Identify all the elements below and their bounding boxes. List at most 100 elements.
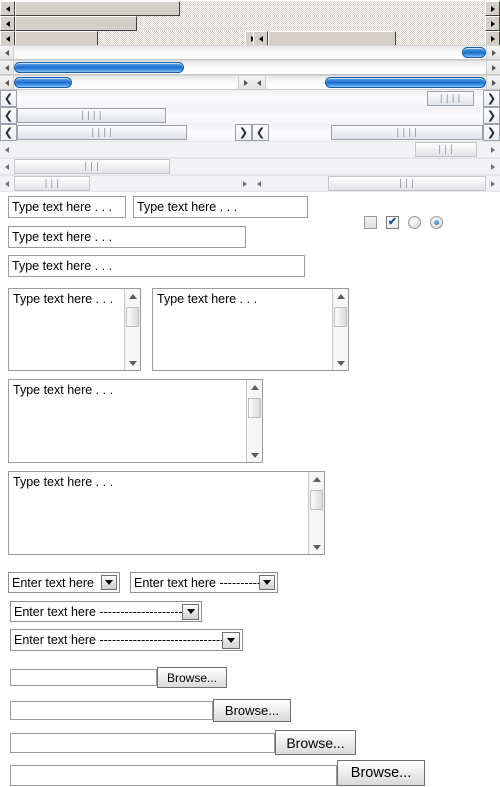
scroll-left-arrow-icon[interactable]: ❮ [252,124,269,141]
scrollbar-thumb[interactable] [14,62,184,73]
scrollbar-thumb[interactable] [15,1,180,16]
scroll-right-arrow-icon[interactable] [485,16,500,31]
radio-selected[interactable] [430,216,443,229]
scrollbar-thumb[interactable]: ||| [415,142,477,157]
checkbox-unchecked[interactable] [364,216,377,229]
scrollbar-track[interactable]: |||| [269,124,483,141]
scrollbar-track[interactable] [14,76,238,89]
scrollbar-thumb[interactable] [126,307,139,327]
scrollbar-track[interactable] [15,31,245,46]
checkbox-checked[interactable]: ✔ [386,216,399,229]
scroll-left-arrow-icon[interactable] [0,16,15,31]
chevron-down-icon[interactable] [222,631,240,649]
scrollbar-thumb[interactable] [268,31,397,46]
aqua-scrollbar-2[interactable] [0,60,500,75]
scrollbar-track[interactable] [15,1,485,16]
scroll-left-arrow-icon[interactable] [0,31,15,46]
scroll-right-arrow-icon[interactable] [486,163,500,170]
classic-scrollbar-1[interactable] [0,1,500,16]
scroll-left-arrow-icon[interactable] [253,31,268,46]
text-input-3[interactable]: Type text here . . . [8,226,246,248]
scroll-up-arrow-icon[interactable] [333,289,348,303]
scroll-right-arrow-icon[interactable] [486,76,500,89]
vista-scrollbar-2[interactable]: ❮ |||| ❯ [0,107,500,124]
scrollbar-track[interactable]: ||| [14,141,486,158]
file-path-input-3[interactable] [10,733,275,753]
scrollbar-track[interactable] [125,303,140,356]
scrollbar-track[interactable] [333,303,348,356]
scroll-right-arrow-icon[interactable]: ❯ [483,107,500,124]
scroll-down-arrow-icon[interactable] [247,448,262,462]
scroll-right-arrow-icon[interactable] [485,31,500,46]
textarea-vertical-scrollbar[interactable] [332,289,348,370]
scrollbar-track[interactable]: |||| [17,124,235,141]
browse-button-2[interactable]: Browse... [213,699,291,722]
flat-scrollbar-2[interactable]: ||| [0,158,500,175]
scroll-right-arrow-icon[interactable] [238,76,252,89]
scrollbar-thumb[interactable]: ||| [327,176,486,191]
classic-scrollbar-3b[interactable] [253,31,500,46]
textarea-content[interactable]: Type text here . . . [9,380,246,462]
scrollbar-thumb[interactable]: ||| [14,159,170,174]
scrollbar-thumb[interactable] [334,307,347,327]
textarea-2[interactable]: Type text here . . . [152,288,349,371]
browse-button-1[interactable]: Browse... [157,667,227,688]
textarea-3[interactable]: Type text here . . . [8,379,263,463]
scrollbar-track[interactable]: |||| [17,107,483,124]
scrollbar-track[interactable] [14,46,486,59]
textarea-vertical-scrollbar[interactable] [308,472,324,554]
scrollbar-track[interactable] [266,76,486,89]
scrollbar-thumb[interactable] [462,47,486,58]
textarea-1[interactable]: Type text here . . . [8,288,141,371]
scroll-down-arrow-icon[interactable] [125,356,140,370]
scrollbar-track[interactable]: |||| [17,90,483,107]
scroll-right-arrow-icon[interactable]: ❯ [235,124,252,141]
scroll-left-arrow-icon[interactable] [0,61,14,74]
flat-scrollbar-3b[interactable]: ||| [252,175,500,192]
aqua-scrollbar-3b[interactable] [252,75,500,90]
scroll-right-arrow-icon[interactable] [486,61,500,74]
scrollbar-thumb[interactable] [15,16,138,31]
scroll-left-arrow-icon[interactable] [252,180,266,187]
vista-scrollbar-3a[interactable]: ❮ |||| ❯ [0,124,252,141]
scrollbar-thumb[interactable] [310,490,323,510]
scrollbar-track[interactable] [268,31,485,46]
text-input-2[interactable]: Type text here . . . [133,196,308,218]
scrollbar-track[interactable] [247,394,262,448]
scrollbar-track[interactable] [14,61,486,74]
scrollbar-track[interactable]: ||| [266,175,486,192]
browse-button-3[interactable]: Browse... [275,730,356,755]
vista-scrollbar-1[interactable]: ❮ |||| ❯ [0,90,500,107]
scroll-left-arrow-icon[interactable] [252,76,266,89]
scrollbar-track[interactable]: ||| [14,158,486,175]
scroll-left-arrow-icon[interactable] [0,180,14,187]
file-path-input-4[interactable] [10,765,337,786]
dropdown-3[interactable]: Enter text here ---------------------- [10,601,202,622]
scroll-right-arrow-icon[interactable] [486,146,500,153]
text-input-4[interactable]: Type text here . . . [8,255,305,277]
aqua-scrollbar-1[interactable] [0,45,500,60]
scroll-right-arrow-icon[interactable] [485,1,500,16]
scrollbar-thumb[interactable] [248,398,261,418]
flat-scrollbar-3a[interactable]: ||| [0,175,252,192]
chevron-down-icon[interactable] [182,603,199,620]
text-input-1[interactable]: Type text here . . . [8,196,126,218]
dropdown-4[interactable]: Enter text here ------------------------… [10,629,243,651]
scrollbar-thumb[interactable]: |||| [17,108,167,123]
scroll-right-arrow-icon[interactable] [238,180,252,187]
scrollbar-thumb[interactable]: |||| [427,91,474,106]
scroll-right-arrow-icon[interactable] [486,46,500,59]
scrollbar-thumb[interactable] [15,31,98,46]
textarea-vertical-scrollbar[interactable] [124,289,140,370]
scroll-right-arrow-icon[interactable]: ❯ [483,90,500,107]
textarea-content[interactable]: Type text here . . . [9,289,124,370]
scroll-left-arrow-icon[interactable]: ❮ [0,124,17,141]
scroll-up-arrow-icon[interactable] [247,380,262,394]
textarea-content[interactable]: Type text here . . . [153,289,332,370]
file-path-input-2[interactable] [10,701,213,720]
flat-scrollbar-1[interactable]: ||| [0,141,500,158]
scrollbar-thumb[interactable]: ||| [14,176,91,191]
scroll-down-arrow-icon[interactable] [309,540,324,554]
scrollbar-track[interactable]: ||| [14,175,238,192]
scrollbar-track[interactable] [15,16,485,31]
